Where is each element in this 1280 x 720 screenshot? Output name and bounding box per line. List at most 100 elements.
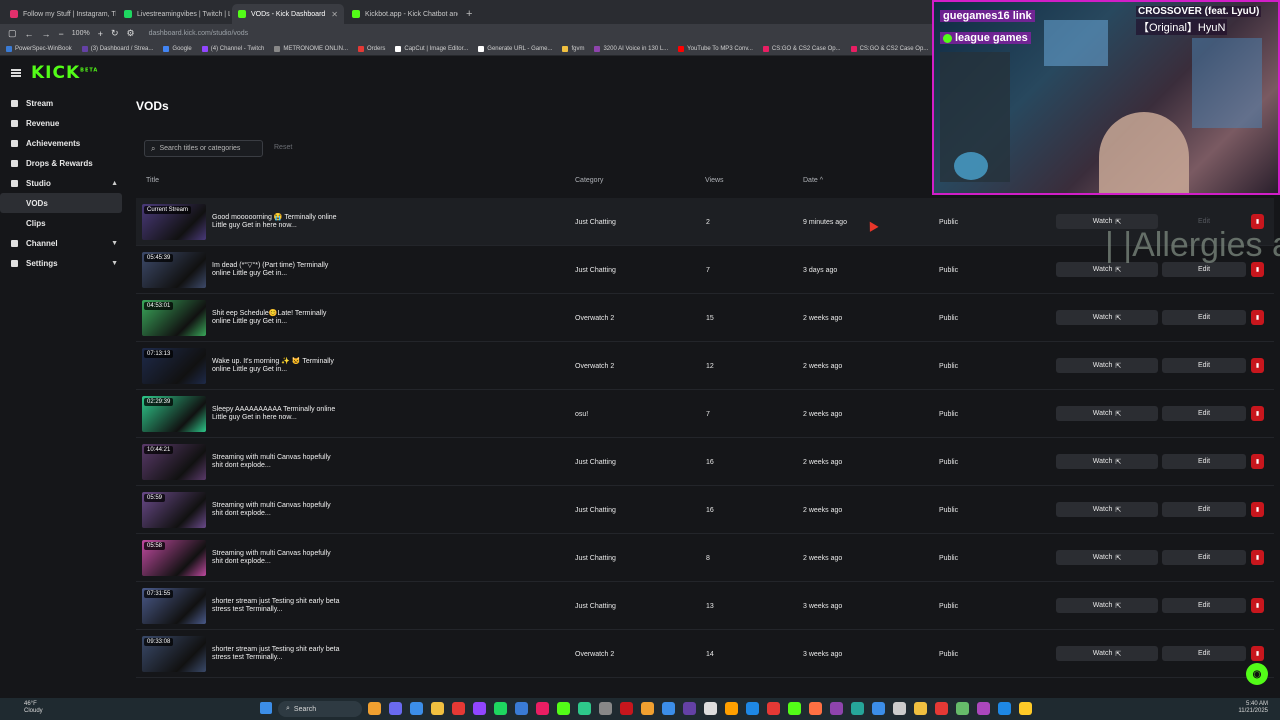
- watch-button[interactable]: Watch ⇱: [1056, 646, 1158, 661]
- sidebar-item-drops-rewards[interactable]: Drops & Rewards: [0, 153, 128, 173]
- close-icon[interactable]: ✕: [331, 10, 338, 19]
- bookmark-item[interactable]: YouTube To MP3 Conv...: [678, 46, 753, 52]
- bookmark-item[interactable]: CapCut | Image Editor...: [395, 46, 468, 52]
- bookmark-item[interactable]: fgvm: [562, 46, 584, 52]
- watch-button[interactable]: Watch ⇱: [1056, 406, 1158, 421]
- vod-title[interactable]: Im dead (*°▽°*) (Part time) Terminally o…: [212, 262, 342, 278]
- vod-title[interactable]: Streaming with multi Canvas hopefully sh…: [212, 454, 342, 470]
- watch-button[interactable]: Watch ⇱: [1056, 310, 1158, 325]
- vod-thumbnail[interactable]: Current Stream: [142, 204, 206, 240]
- vod-thumbnail[interactable]: 04:53:01: [142, 300, 206, 336]
- chevron-icon[interactable]: ▼: [111, 260, 118, 267]
- edit-button[interactable]: Edit: [1162, 598, 1246, 613]
- table-row[interactable]: 05:45:39 Im dead (*°▽°*) (Part time) Term…: [136, 246, 1274, 294]
- table-row[interactable]: 07:13:13 Wake up. It's morning ✨ 😺 Termin…: [136, 342, 1274, 390]
- sidebar-item-revenue[interactable]: Revenue: [0, 113, 128, 133]
- taskbar-app-icon[interactable]: [620, 702, 633, 715]
- column-category[interactable]: Category: [575, 177, 603, 184]
- taskbar-app-icon[interactable]: [998, 702, 1011, 715]
- taskbar-app-icon[interactable]: [452, 702, 465, 715]
- taskbar-app-icon[interactable]: [557, 702, 570, 715]
- watch-button[interactable]: Watch ⇱: [1056, 358, 1158, 373]
- delete-button[interactable]: ▮: [1251, 598, 1264, 613]
- plus-icon[interactable]: +: [98, 29, 103, 39]
- taskbar-app-icon[interactable]: [704, 702, 717, 715]
- watch-button[interactable]: Watch ⇱: [1056, 454, 1158, 469]
- vod-title[interactable]: Streaming with multi Canvas hopefully sh…: [212, 550, 342, 566]
- bookmark-item[interactable]: 3200 AI Voice in 130 L...: [594, 46, 668, 52]
- delete-button[interactable]: ▮: [1251, 310, 1264, 325]
- taskbar-app-icon[interactable]: [578, 702, 591, 715]
- vod-thumbnail[interactable]: 02:29:39: [142, 396, 206, 432]
- taskbar-app-icon[interactable]: [368, 702, 381, 715]
- vod-title[interactable]: Shit eep Schedule😊Late! Terminally onlin…: [212, 310, 342, 326]
- sidebar-item-clips[interactable]: Clips: [0, 213, 122, 233]
- delete-button[interactable]: ▮: [1251, 358, 1264, 373]
- taskbar-app-icon[interactable]: [746, 702, 759, 715]
- delete-button[interactable]: ▮: [1251, 550, 1264, 565]
- taskbar-app-icon[interactable]: [872, 702, 885, 715]
- sidebar-item-achievements[interactable]: Achievements: [0, 133, 128, 153]
- delete-button[interactable]: ▮: [1251, 502, 1264, 517]
- taskbar-app-icon[interactable]: [431, 702, 444, 715]
- reload-icon[interactable]: ↻: [111, 28, 119, 39]
- table-row[interactable]: 10:44:21 Streaming with multi Canvas hope…: [136, 438, 1274, 486]
- taskbar-app-icon[interactable]: [977, 702, 990, 715]
- vod-title[interactable]: shorter stream just Testing shit early b…: [212, 646, 342, 662]
- edit-button[interactable]: Edit: [1162, 406, 1246, 421]
- kick-logo[interactable]: KICKBETA: [31, 63, 98, 83]
- taskbar-app-icon[interactable]: [641, 702, 654, 715]
- bookmark-item[interactable]: Generate URL - Game...: [478, 46, 552, 52]
- delete-button[interactable]: ▮: [1251, 454, 1264, 469]
- forward-icon[interactable]: →: [42, 29, 51, 39]
- vod-thumbnail[interactable]: 05:58: [142, 540, 206, 576]
- taskbar-app-icon[interactable]: [851, 702, 864, 715]
- table-row[interactable]: 02:29:39 Sleepy AAAAAAAAAA Terminally onl…: [136, 390, 1274, 438]
- taskbar-app-icon[interactable]: [473, 702, 486, 715]
- column-title[interactable]: Title: [146, 177, 159, 184]
- weather-widget[interactable]: 46°F Cloudy: [24, 701, 43, 715]
- browser-tab[interactable]: Livestreamingvibes | Twitch | Lin✕: [118, 4, 230, 24]
- table-row[interactable]: 05:59 Streaming with multi Canvas hopeful…: [136, 486, 1274, 534]
- vod-title[interactable]: Sleepy AAAAAAAAAA Terminally online Litt…: [212, 406, 342, 422]
- browser-tab[interactable]: VODs - Kick Dashboard ✕: [232, 4, 344, 24]
- table-row[interactable]: Current Stream Good mooooorning 😭 Termina…: [136, 198, 1274, 246]
- vod-title[interactable]: Streaming with multi Canvas hopefully sh…: [212, 502, 342, 518]
- edit-button[interactable]: Edit: [1162, 310, 1246, 325]
- column-views[interactable]: Views: [705, 177, 724, 184]
- bookmark-item[interactable]: METRONOME ONLIN...: [274, 46, 348, 52]
- table-row[interactable]: 04:53:01 Shit eep Schedule😊Late! Terminal…: [136, 294, 1274, 342]
- taskbar-app-icon[interactable]: [410, 702, 423, 715]
- delete-button[interactable]: ▮: [1251, 646, 1264, 661]
- sidebar-item-vods[interactable]: VODs: [0, 193, 122, 213]
- taskbar-app-icon[interactable]: [935, 702, 948, 715]
- edit-button[interactable]: Edit: [1162, 454, 1246, 469]
- new-tab-button[interactable]: +: [460, 8, 478, 24]
- back-icon[interactable]: ←: [25, 29, 34, 39]
- taskbar-app-icon[interactable]: [893, 702, 906, 715]
- edit-button[interactable]: Edit: [1162, 550, 1246, 565]
- chevron-icon[interactable]: ▲: [111, 180, 118, 187]
- menu-icon[interactable]: [11, 69, 21, 77]
- taskbar-app-icon[interactable]: [830, 702, 843, 715]
- vod-title[interactable]: shorter stream just Testing shit early b…: [212, 598, 342, 614]
- vod-title[interactable]: Wake up. It's morning ✨ 😺 Terminally onl…: [212, 358, 342, 374]
- taskbar-app-icon[interactable]: [956, 702, 969, 715]
- column-date[interactable]: Date ^: [803, 177, 823, 184]
- table-row[interactable]: 07:31:55 shorter stream just Testing shit…: [136, 582, 1274, 630]
- taskbar-search[interactable]: ⌕ Search: [278, 701, 362, 717]
- taskbar-app-icon[interactable]: [599, 702, 612, 715]
- taskbar-app-icon[interactable]: [788, 702, 801, 715]
- bookmark-item[interactable]: CS:GO & CS2 Case Op...: [762, 46, 841, 52]
- browser-tab[interactable]: Follow my Stuff | Instagram, Tik✕: [4, 4, 116, 24]
- system-clock[interactable]: 5:40 AM 11/21/2025: [1238, 701, 1268, 715]
- vod-title[interactable]: Good mooooorning 😭 Terminally online Lit…: [212, 214, 342, 230]
- vod-thumbnail[interactable]: 05:45:39: [142, 252, 206, 288]
- taskbar-app-icon[interactable]: [536, 702, 549, 715]
- tab-menu-icon[interactable]: ▢: [8, 28, 17, 39]
- table-row[interactable]: 09:33:08 shorter stream just Testing shit…: [136, 630, 1274, 678]
- chat-bubble-icon[interactable]: ◉: [1246, 663, 1268, 685]
- bookmark-item[interactable]: Orders: [358, 46, 385, 52]
- vod-thumbnail[interactable]: 10:44:21: [142, 444, 206, 480]
- vod-thumbnail[interactable]: 05:59: [142, 492, 206, 528]
